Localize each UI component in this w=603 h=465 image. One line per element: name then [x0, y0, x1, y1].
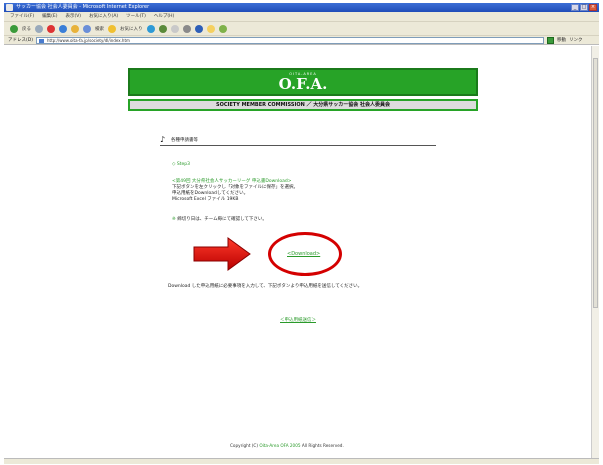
stop-icon[interactable] [47, 24, 55, 33]
commission-banner: SOCIETY MEMBER COMMISSION ／ 大分県サッカー協会 社会… [128, 99, 478, 111]
back-button-label[interactable]: 戻る [22, 26, 31, 32]
copyright-footer: Copyright (C) Oita-Area OFA 2005 All Rig… [230, 443, 344, 448]
go-button-label[interactable]: 移動 [557, 37, 566, 43]
address-label: アドレス(D) [8, 38, 33, 43]
go-arrow-icon[interactable] [546, 36, 554, 44]
menu-file[interactable]: ファイル(F) [10, 12, 34, 21]
search-button-label[interactable]: 検索 [95, 26, 104, 32]
statusbar [4, 458, 599, 464]
ie-icon [6, 4, 13, 11]
links-label[interactable]: リンク [569, 37, 583, 43]
deadline-note: 締切り日は、チーム毎にて確認して下さい。 [172, 217, 267, 223]
toolbar: 戻る 検索 お気に入り [4, 21, 599, 35]
window-title: サッカー協会 社会人委員会 - Microsoft Internet Explo… [16, 4, 150, 10]
banner-logo: O.F.A. [278, 75, 328, 93]
close-button[interactable]: × [589, 4, 597, 11]
media-icon[interactable] [146, 24, 155, 33]
menu-favorites[interactable]: お気に入り(A) [89, 12, 118, 21]
favorites-button-label[interactable]: お気に入り [120, 26, 143, 32]
menu-help[interactable]: ヘルプ(H) [154, 12, 174, 21]
section-title: 各種申請書等 [171, 138, 198, 143]
edit-word-icon[interactable] [194, 24, 203, 33]
menu-tools[interactable]: ツール(T) [126, 12, 146, 21]
messenger-icon[interactable] [218, 24, 227, 33]
menu-edit[interactable]: 編集(E) [42, 12, 57, 21]
search-icon[interactable] [83, 24, 91, 33]
site-banner: OITA-AREA O.F.A. [128, 68, 478, 96]
description-line: Microsoft Excel ファイル 19KB [172, 197, 239, 202]
back-arrow-icon[interactable] [10, 24, 18, 33]
address-input[interactable]: http://www.oita-fa.jp/society/dl/index.h… [35, 36, 544, 44]
addressbar: アドレス(D) http://www.oita-fa.jp/society/dl… [4, 35, 599, 45]
print-icon[interactable] [182, 24, 191, 33]
soccer-player-icon: ♪ [160, 135, 166, 144]
forward-arrow-icon[interactable] [35, 24, 43, 33]
submit-form-link[interactable]: ＜申込用紙送信＞ [280, 317, 316, 323]
refresh-icon[interactable] [59, 24, 67, 33]
maximize-button[interactable]: □ [580, 4, 588, 11]
download-description: <第49回 大分県社会人サッカーリーグ 申込書Download> 下記ボタンを左… [172, 179, 298, 203]
menubar: ファイル(F) 編集(E) 表示(V) お気に入り(A) ツール(T) ヘルプ(… [4, 12, 599, 21]
step-label: Step3 [172, 162, 190, 168]
copyright-prefix: Copyright (C) [230, 443, 258, 448]
upload-instruction: Download した申込用紙に必要事項を入力して、下記ボタンより申込用紙を送信… [168, 284, 363, 289]
history-icon[interactable] [158, 24, 167, 33]
scrollbar-thumb[interactable] [593, 58, 598, 308]
copyright-suffix: All Rights Reserved. [301, 443, 344, 448]
download-link[interactable]: <Download> [287, 251, 320, 257]
window-controls: _ □ × [571, 4, 597, 11]
home-icon[interactable] [71, 24, 79, 33]
red-arrow-icon [193, 237, 251, 271]
window-titlebar: サッカー協会 社会人委員会 - Microsoft Internet Explo… [4, 3, 599, 12]
section-heading: ♪ 各種申請書等 [160, 136, 436, 146]
copyright-org: Oita-Area OFA 2005 [259, 443, 301, 448]
mail-icon[interactable] [170, 24, 179, 33]
minimize-button[interactable]: _ [571, 4, 579, 11]
folder-icon[interactable] [206, 24, 215, 33]
vertical-scrollbar[interactable] [591, 46, 599, 458]
menu-view[interactable]: 表示(V) [65, 12, 81, 21]
favorites-star-icon[interactable] [108, 24, 116, 33]
page-viewport: OITA-AREA O.F.A. SOCIETY MEMBER COMMISSI… [4, 46, 591, 458]
